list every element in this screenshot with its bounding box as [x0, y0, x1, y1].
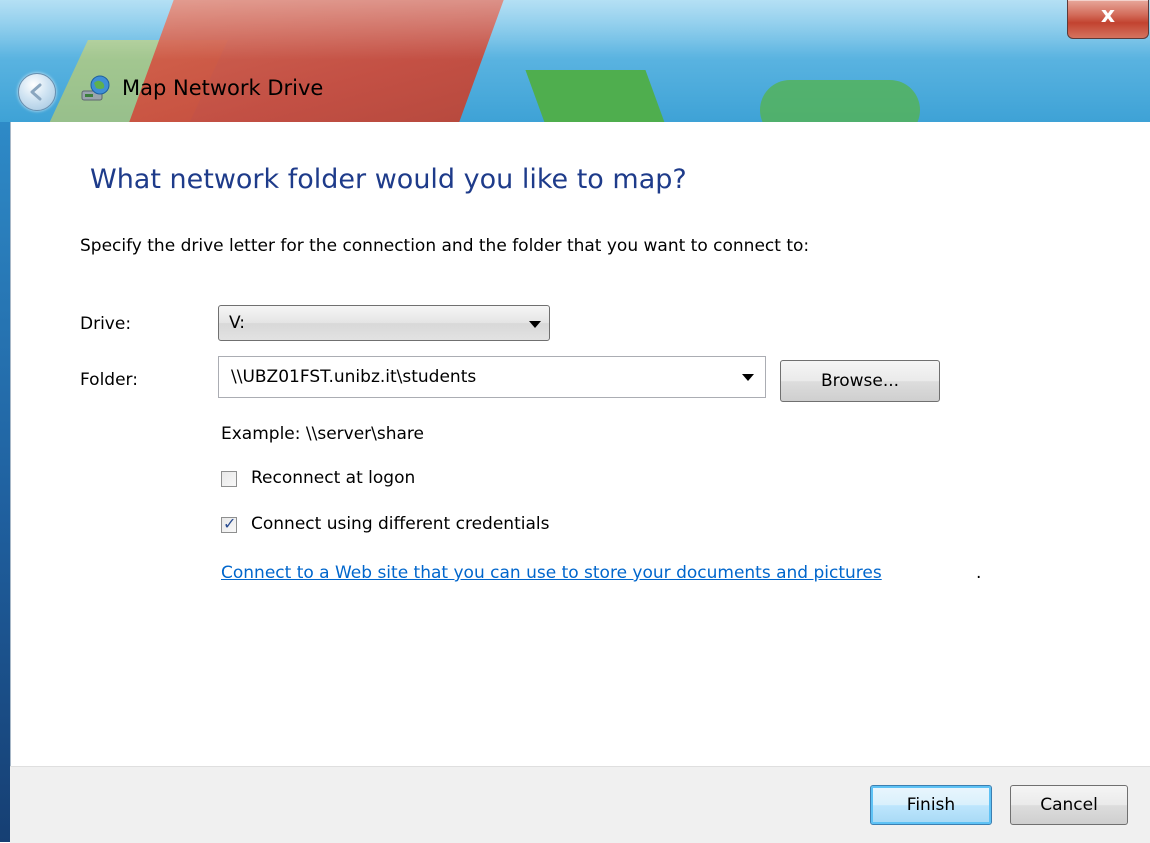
back-button[interactable]	[18, 73, 56, 111]
folder-input[interactable]: \\UBZ01FST.unibz.it\students	[218, 356, 766, 398]
back-arrow-icon	[30, 83, 42, 101]
glass-decoration	[760, 80, 920, 122]
title-bar: x Map Network Drive	[0, 0, 1150, 122]
folder-value: \\UBZ01FST.unibz.it\students	[231, 367, 477, 387]
checkmark-icon: ✓	[223, 514, 237, 533]
chevron-down-icon	[529, 321, 541, 328]
folder-label: Folder:	[80, 370, 138, 390]
example-text: Example: \\server\share	[221, 424, 425, 444]
browse-button[interactable]: Browse...	[780, 360, 940, 402]
credentials-label[interactable]: Connect using different credentials	[251, 514, 549, 534]
finish-button[interactable]: Finish	[870, 785, 992, 825]
reconnect-checkbox[interactable]	[221, 471, 237, 487]
close-button[interactable]: x	[1067, 0, 1149, 39]
drive-select[interactable]: V:	[218, 305, 550, 341]
instructions-text: Specify the drive letter for the connect…	[80, 236, 810, 256]
page-heading: What network folder would you like to ma…	[90, 164, 687, 195]
network-drive-icon	[80, 75, 112, 105]
window-title: Map Network Drive	[122, 76, 324, 100]
credentials-checkbox[interactable]: ✓	[221, 514, 237, 533]
reconnect-label[interactable]: Reconnect at logon	[251, 468, 415, 488]
web-site-link[interactable]: Connect to a Web site that you can use t…	[221, 563, 882, 583]
glass-sheen	[0, 0, 1150, 60]
drive-value: V:	[229, 313, 245, 333]
content-panel	[10, 122, 1150, 842]
drive-label: Drive:	[80, 314, 132, 334]
close-icon: x	[1100, 3, 1116, 28]
glass-decoration	[525, 70, 675, 122]
window-frame-edge	[0, 122, 10, 842]
cancel-button[interactable]: Cancel	[1010, 785, 1128, 825]
chevron-down-icon[interactable]	[742, 374, 754, 381]
link-period: .	[976, 563, 982, 583]
